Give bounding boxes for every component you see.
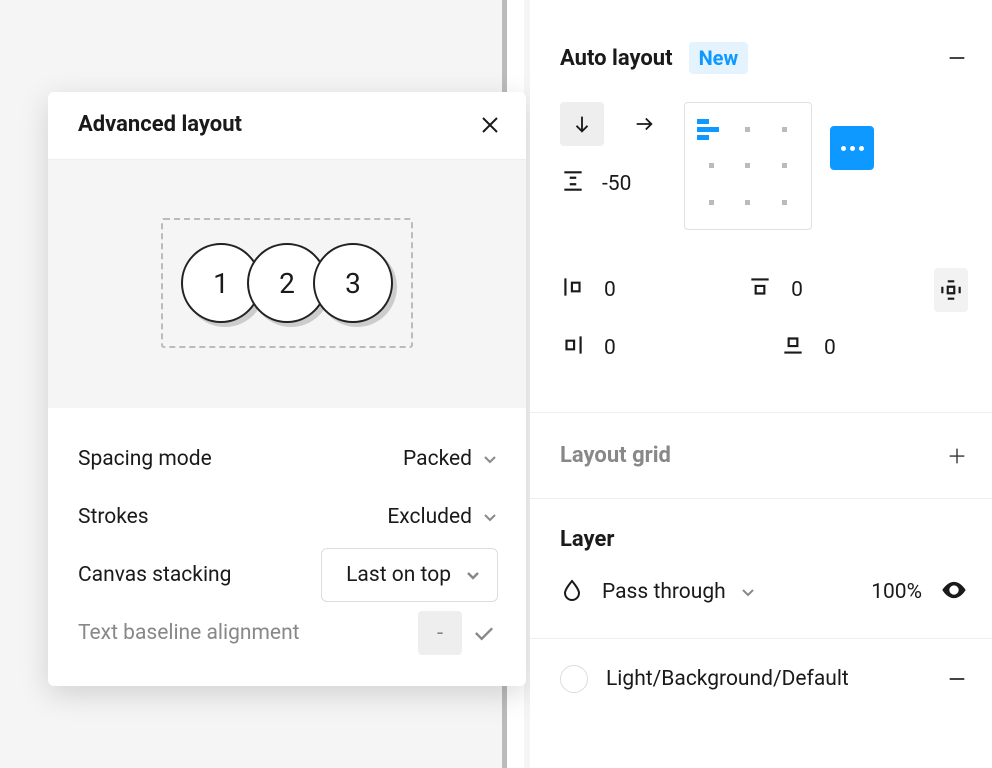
padding-top-value: 0 — [791, 278, 803, 302]
align-dot[interactable] — [745, 127, 750, 132]
advanced-layout-more-button[interactable] — [830, 126, 874, 170]
independent-padding-button[interactable] — [934, 268, 968, 312]
strokes-value: Excluded — [387, 505, 472, 529]
spacing-mode-row[interactable]: Spacing mode Packed — [78, 430, 498, 488]
align-dot[interactable] — [709, 200, 714, 205]
fill-style-name[interactable]: Light/Background/Default — [606, 667, 849, 691]
new-badge: New — [689, 42, 749, 74]
direction-horizontal-button[interactable] — [622, 102, 666, 146]
canvas-stacking-dropdown[interactable]: Last on top — [321, 548, 498, 602]
padding-left-field[interactable]: 0 — [560, 274, 667, 306]
baseline-off-button[interactable]: - — [418, 611, 462, 655]
layer-title: Layer — [560, 527, 968, 552]
inspector-panel: Auto layout New -50 — [530, 0, 992, 768]
padding-top-icon — [747, 274, 773, 306]
settings-list: Spacing mode Packed Strokes Excluded Can… — [48, 408, 526, 686]
alignment-grid[interactable] — [684, 102, 812, 230]
blend-mode-dropdown[interactable]: Pass through — [602, 580, 756, 604]
strokes-row[interactable]: Strokes Excluded — [78, 488, 498, 546]
detach-style-button[interactable] — [946, 668, 968, 690]
align-dot[interactable] — [745, 200, 750, 205]
chevron-down-icon — [740, 584, 756, 600]
strokes-label: Strokes — [78, 505, 149, 529]
spacing-mode-value: Packed — [403, 447, 472, 471]
padding-block: 0 0 0 0 — [530, 256, 992, 412]
baseline-row: Text baseline alignment - — [78, 604, 498, 662]
layer-section: Layer Pass through 100% — [530, 499, 992, 638]
chevron-down-icon — [482, 509, 498, 525]
popover-header: Advanced layout — [48, 92, 526, 160]
auto-layout-body: -50 — [530, 102, 992, 256]
align-dot[interactable] — [745, 163, 750, 168]
padding-right-field[interactable]: 0 — [560, 332, 700, 364]
padding-left-icon — [560, 274, 586, 306]
preview-circle-3: 3 — [313, 243, 393, 323]
auto-layout-title: Auto layout — [560, 46, 673, 71]
align-dot[interactable] — [782, 163, 787, 168]
preview-circles: 1 2 3 — [181, 243, 393, 323]
blend-mode-value: Pass through — [602, 580, 726, 604]
item-spacing-field[interactable]: -50 — [560, 168, 666, 200]
padding-bottom-icon — [780, 332, 806, 364]
spacing-value: -50 — [602, 172, 631, 196]
canvas-stacking-value: Last on top — [346, 563, 451, 587]
add-layout-grid-button[interactable] — [946, 445, 968, 467]
preview-area: 1 2 3 — [48, 160, 526, 408]
fill-section: Light/Background/Default — [530, 639, 992, 723]
padding-left-value: 0 — [604, 278, 616, 302]
blend-mode-icon — [560, 578, 584, 606]
baseline-label: Text baseline alignment — [78, 621, 300, 645]
padding-right-value: 0 — [604, 336, 616, 360]
padding-bottom-field[interactable]: 0 — [780, 332, 920, 364]
align-dot[interactable] — [782, 127, 787, 132]
check-icon[interactable] — [470, 619, 498, 647]
padding-bottom-value: 0 — [824, 336, 836, 360]
chevron-down-icon — [482, 451, 498, 467]
remove-autolayout-button[interactable] — [946, 47, 968, 69]
layout-preview-frame: 1 2 3 — [161, 218, 413, 348]
direction-vertical-button[interactable] — [560, 102, 604, 146]
chevron-down-icon — [465, 567, 481, 583]
align-dot[interactable] — [782, 200, 787, 205]
layout-grid-title: Layout grid — [560, 443, 671, 468]
layout-grid-section: Layout grid — [530, 413, 992, 498]
padding-top-field[interactable]: 0 — [747, 274, 854, 306]
fill-swatch[interactable] — [560, 665, 588, 693]
popover-title: Advanced layout — [78, 112, 242, 137]
advanced-layout-popover: Advanced layout 1 2 3 Spacing mode Packe… — [48, 92, 526, 686]
visibility-icon[interactable] — [940, 576, 968, 608]
canvas-stacking-label: Canvas stacking — [78, 563, 231, 587]
close-icon[interactable] — [478, 113, 502, 137]
spacing-icon — [560, 168, 586, 200]
align-top-left-active — [693, 111, 730, 148]
padding-right-icon — [560, 332, 586, 364]
spacing-mode-label: Spacing mode — [78, 447, 212, 471]
canvas-stacking-row: Canvas stacking Last on top — [78, 546, 498, 604]
opacity-value[interactable]: 100% — [871, 580, 922, 604]
auto-layout-header: Auto layout New — [530, 0, 992, 102]
align-dot[interactable] — [709, 163, 714, 168]
